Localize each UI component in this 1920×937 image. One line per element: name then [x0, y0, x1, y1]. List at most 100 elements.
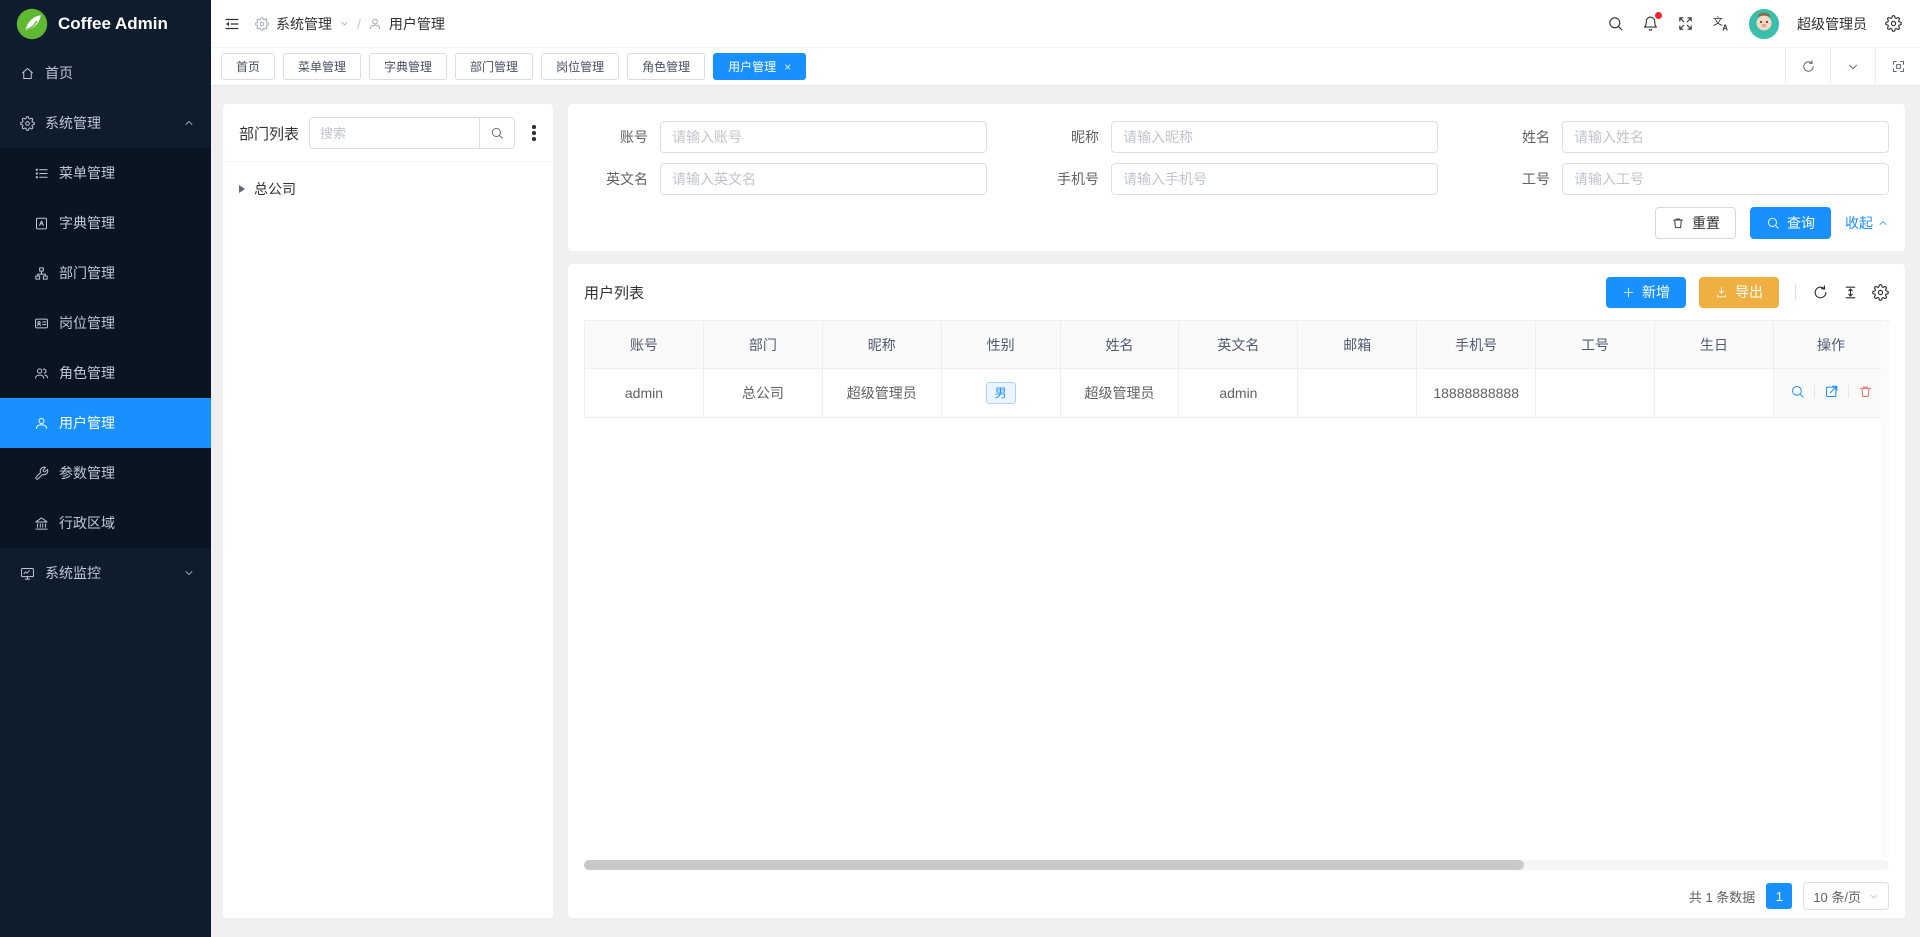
sidebar-item-role-management[interactable]: 角色管理 — [0, 348, 211, 398]
chevron-down-icon — [339, 18, 350, 29]
header-right: 文A 超级管理员 — [1607, 9, 1902, 39]
sidebar-item-param-management[interactable]: 参数管理 — [0, 448, 211, 498]
export-button[interactable]: 导出 — [1699, 277, 1779, 308]
sidebar-item-home[interactable]: 首页 — [0, 48, 211, 98]
sidebar-item-label: 菜单管理 — [59, 163, 115, 183]
app-logo[interactable]: Coffee Admin — [0, 0, 211, 48]
users-icon — [34, 366, 49, 381]
column-settings-gear-icon[interactable] — [1872, 284, 1889, 301]
refresh-table-icon[interactable] — [1812, 284, 1829, 301]
nickname-input[interactable] — [1111, 121, 1438, 153]
sidebar-item-label: 用户管理 — [59, 413, 115, 433]
sidebar-item-label: 岗位管理 — [59, 313, 115, 333]
tree-item-root-company[interactable]: 总公司 — [223, 172, 553, 206]
field-en-name: 英文名 — [584, 163, 987, 195]
table-title: 用户列表 — [584, 282, 644, 303]
field-phone: 手机号 — [1035, 163, 1438, 195]
tabs: 首页 菜单管理 字典管理 部门管理 岗位管理 角色管理 用户管理 × — [211, 48, 1785, 85]
query-button[interactable]: 查询 — [1750, 207, 1831, 239]
sidebar-item-admin-region[interactable]: 行政区域 — [0, 498, 211, 548]
edit-row-icon[interactable] — [1824, 384, 1839, 399]
current-user-name[interactable]: 超级管理员 — [1797, 14, 1867, 34]
sidebar-item-user-management[interactable]: 用户管理 — [0, 398, 211, 448]
refresh-icon[interactable] — [1785, 48, 1830, 85]
cell-account: admin — [585, 369, 704, 418]
main-area: 系统管理 / 用户管理 — [211, 0, 1920, 937]
row-height-icon[interactable] — [1842, 284, 1859, 301]
page-size-select[interactable]: 10 条/页 — [1803, 882, 1889, 910]
chevron-up-icon — [183, 117, 195, 129]
delete-row-icon[interactable] — [1858, 384, 1873, 399]
sidebar-item-dept-management[interactable]: 部门管理 — [0, 248, 211, 298]
header-left: 系统管理 / 用户管理 — [223, 14, 445, 34]
right-column: 账号 昵称 姓名 英文名 — [568, 104, 1905, 918]
notification-bell-icon[interactable] — [1642, 15, 1659, 32]
fullscreen-icon[interactable] — [1677, 15, 1694, 32]
sidebar-item-system-monitor[interactable]: 系统监控 — [0, 548, 211, 598]
tab-dept-management[interactable]: 部门管理 — [455, 53, 533, 80]
sidebar-item-post-management[interactable]: 岗位管理 — [0, 298, 211, 348]
tab-role-management[interactable]: 角色管理 — [627, 53, 705, 80]
translate-icon[interactable]: 文A — [1712, 14, 1731, 33]
collapse-filters-link[interactable]: 收起 — [1845, 213, 1889, 233]
department-tree: 总公司 — [223, 162, 553, 216]
collapse-sidebar-icon[interactable] — [223, 15, 241, 33]
sidebar-item-label: 系统管理 — [45, 113, 173, 133]
field-account: 账号 — [584, 121, 987, 153]
settings-gear-icon[interactable] — [1885, 15, 1902, 32]
cell-email — [1298, 369, 1417, 418]
filter-card: 账号 昵称 姓名 英文名 — [568, 104, 1905, 251]
horizontal-scrollbar-thumb[interactable] — [584, 860, 1524, 870]
phone-input[interactable] — [1111, 163, 1438, 195]
more-options-icon[interactable] — [525, 125, 543, 141]
cell-job-no — [1536, 369, 1655, 418]
reset-button[interactable]: 重置 — [1655, 207, 1736, 239]
job-no-input[interactable] — [1562, 163, 1889, 195]
caret-right-icon[interactable] — [239, 185, 245, 193]
sidebar-menu: 首页 系统管理 菜单管理 — [0, 48, 211, 598]
en-name-input[interactable] — [660, 163, 987, 195]
tab-user-management[interactable]: 用户管理 × — [713, 53, 806, 80]
page-1-button[interactable]: 1 — [1766, 883, 1792, 909]
table-row: admin 总公司 超级管理员 男 超级管理员 admin 1888888888… — [585, 369, 1889, 418]
filter-form: 账号 昵称 姓名 英文名 — [584, 121, 1889, 195]
tab-post-management[interactable]: 岗位管理 — [541, 53, 619, 80]
chevron-down-icon — [183, 567, 195, 579]
horizontal-scrollbar-track — [584, 860, 1889, 870]
dictionary-icon — [34, 216, 49, 231]
department-panel: 部门列表 总公司 — [223, 104, 553, 918]
top-header: 系统管理 / 用户管理 — [211, 0, 1920, 48]
breadcrumb-parent[interactable]: 系统管理 — [276, 14, 332, 34]
avatar[interactable] — [1749, 9, 1779, 39]
org-chart-icon — [34, 266, 49, 281]
sidebar-item-label: 字典管理 — [59, 213, 115, 233]
tab-home[interactable]: 首页 — [221, 53, 275, 80]
department-search-button[interactable] — [479, 117, 515, 149]
search-icon[interactable] — [1607, 15, 1624, 32]
cell-birthday — [1655, 369, 1774, 418]
sidebar-item-system-management[interactable]: 系统管理 — [0, 98, 211, 148]
department-search-input[interactable] — [309, 117, 479, 149]
chevron-down-icon[interactable] — [1830, 48, 1875, 85]
department-panel-title: 部门列表 — [239, 123, 299, 144]
close-icon[interactable]: × — [784, 60, 791, 74]
col-gender: 性别 — [941, 321, 1060, 369]
bank-icon — [34, 516, 49, 531]
col-account: 账号 — [585, 321, 704, 369]
name-input[interactable] — [1562, 121, 1889, 153]
sidebar-item-label: 系统监控 — [45, 563, 173, 583]
toolbar-divider — [1795, 284, 1796, 300]
sidebar-item-dict-management[interactable]: 字典管理 — [0, 198, 211, 248]
maximize-icon[interactable] — [1875, 48, 1920, 85]
id-card-icon — [34, 316, 49, 331]
tab-bar: 首页 菜单管理 字典管理 部门管理 岗位管理 角色管理 用户管理 × — [211, 48, 1920, 86]
vertical-scrollbar[interactable] — [1881, 320, 1889, 858]
tab-dict-management[interactable]: 字典管理 — [369, 53, 447, 80]
tab-menu-management[interactable]: 菜单管理 — [283, 53, 361, 80]
view-row-icon[interactable] — [1790, 384, 1805, 399]
sidebar-item-menu-management[interactable]: 菜单管理 — [0, 148, 211, 198]
account-input[interactable] — [660, 121, 987, 153]
add-user-button[interactable]: 新增 — [1606, 277, 1686, 308]
col-actions: 操作 — [1774, 321, 1889, 369]
chevron-down-icon — [1868, 891, 1879, 902]
